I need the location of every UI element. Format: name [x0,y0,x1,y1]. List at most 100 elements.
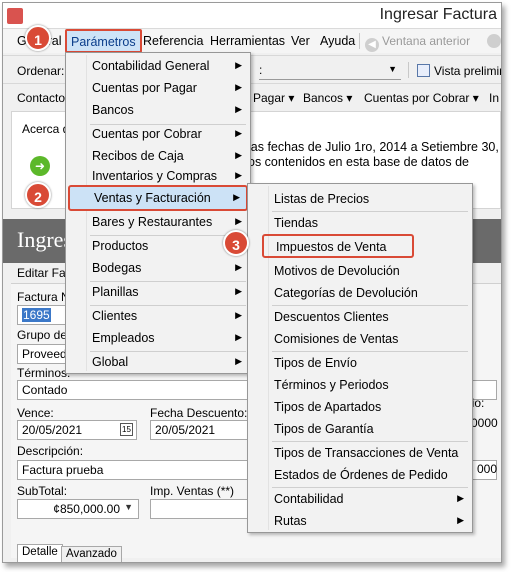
submenu-arrow-icon: ▶ [457,493,464,503]
print-preview-label: Vista preliminar [434,64,501,78]
menu-item-global[interactable]: Global ▶ [68,351,248,373]
menu-item-bares-restaurantes[interactable]: Bares y Restaurantes ▶ [68,211,248,233]
menu-item-tiendas[interactable]: Tiendas [250,212,470,234]
menu-item-planillas[interactable]: Planillas ▶ [68,281,248,303]
menu-item-label: Bancos [92,103,134,117]
subtotal-value: ¢850,000.00 [53,502,120,516]
submenu-arrow-icon: ▶ [235,356,242,366]
menu-bar: General Parámetros Referencia Herramient… [3,29,501,53]
menu-item-listas-precios[interactable]: Listas de Precios [250,188,470,210]
submenu-arrow-icon: ▶ [235,170,242,180]
menu-item-tipos-garantia[interactable]: Tipos de Garantía [250,418,470,440]
menu-item-recibos-caja[interactable]: Recibos de Caja ▶ [68,145,248,167]
ventas-facturacion-submenu: Listas de Precios Tiendas Impuestos de V… [247,183,473,533]
menu-item-label: Productos [92,239,149,253]
previous-window-button[interactable]: ◀ Ventana anterior [365,34,470,52]
menu-item-productos[interactable]: Productos [68,235,248,257]
menu-item-estados-ordenes[interactable]: Estados de Órdenes de Pedido [250,464,470,486]
calendar-icon[interactable]: 15 [120,423,133,436]
submenu-arrow-icon: ▶ [235,82,242,92]
grupo-value: Proveedo [22,347,69,361]
menu-item-clientes[interactable]: Clientes ▶ [68,305,248,327]
menu-item-bancos[interactable]: Bancos ▶ [68,99,248,121]
menu-item-label: Motivos de Devolución [274,264,400,278]
toolbar-pagar[interactable]: Pagar ▾ [253,91,294,105]
menu-item-label: Clientes [92,309,138,323]
toolbar-bancos-label: Bancos [303,91,344,105]
previous-window-label: Ventana anterior [382,34,471,48]
menu-item-label: Rutas [274,514,307,528]
menu-item-label: Descuentos Clientes [274,310,389,324]
menu-item-tipos-envio[interactable]: Tipos de Envío [250,352,470,374]
menu-item-label: Tipos de Envío [274,356,357,370]
menu-item-label: Impuestos de Venta [276,240,387,254]
next-window-icon[interactable] [487,34,501,48]
order-combobox[interactable]: : ▼ [259,60,401,80]
impuesto-ventas-field[interactable] [150,499,250,519]
menu-item-motivos-devolucion[interactable]: Motivos de Devolución [250,260,470,282]
menu-item-terminos-periodos[interactable]: Términos y Periodos [250,374,470,396]
menu-item-ventas-facturacion[interactable]: Ventas y Facturación ▶ [68,185,248,211]
right-value-1: 0000 [471,416,498,430]
back-arrow-icon: ◀ [365,38,379,52]
menu-ayuda[interactable]: Ayuda [320,34,355,48]
menu-ver[interactable]: Ver [291,34,310,48]
menu-item-categorias-devolucion[interactable]: Categorías de Devolución [250,282,470,304]
toolbar-separator [408,62,409,78]
menu-item-label: Global [92,355,129,369]
toolbar-inventarios[interactable]: In [489,91,499,105]
menu-item-label: Empleados [92,331,155,345]
menu-item-inventarios-compras[interactable]: Inventarios y Compras ▶ [68,165,248,187]
factura-number-value: 1695 [22,308,51,322]
order-label: Ordenar: [17,64,65,78]
menu-item-cuentas-cobrar[interactable]: Cuentas por Cobrar ▶ [68,123,248,145]
submenu-arrow-icon: ▶ [235,310,242,320]
toolbar-contactos[interactable]: Contactos [17,91,71,105]
submenu-arrow-icon: ▶ [235,262,242,272]
step-badge-1: 1 [25,25,51,51]
menu-item-cuentas-pagar[interactable]: Cuentas por Pagar ▶ [68,77,248,99]
menu-herramientas[interactable]: Herramientas [210,34,285,48]
parametros-menu: Contabilidad General ▶ Cuentas por Pagar ▶… [65,52,251,374]
toolbar-cuentas-cobrar[interactable]: Cuentas por Cobrar ▾ [364,91,479,105]
menu-item-tipos-apartados[interactable]: Tipos de Apartados [250,396,470,418]
menu-item-contabilidad[interactable]: Contabilidad ▶ [250,488,470,510]
menu-item-label: Ventas y Facturación [94,191,211,205]
menu-item-bodegas[interactable]: Bodegas ▶ [68,257,248,279]
toolbar-cuentas-cobrar-label: Cuentas por Cobrar [364,91,470,105]
menu-item-rutas[interactable]: Rutas ▶ [250,510,470,532]
vence-date-field[interactable]: 20/05/2021 15 [17,420,137,440]
tab-avanzado[interactable]: Avanzado [61,546,122,562]
menu-separator [359,33,360,49]
about-text: las fechas de Julio 1ro, 2014 a Setiembr… [248,140,501,170]
print-preview-button[interactable]: Vista preliminar [417,64,501,78]
submenu-arrow-icon: ▶ [233,192,240,202]
go-arrow-icon[interactable]: ➜ [30,156,50,176]
menu-item-label: Bodegas [92,261,142,275]
menu-referencia[interactable]: Referencia [143,34,203,48]
window-title: Ingresar Factura [379,6,497,23]
menu-item-empleados[interactable]: Empleados ▶ [68,327,248,349]
menu-item-label: Cuentas por Pagar [92,81,197,95]
menu-item-label: Tipos de Apartados [274,400,382,414]
menu-item-comisiones-ventas[interactable]: Comisiones de Ventas [250,328,470,350]
menu-item-contabilidad-general[interactable]: Contabilidad General ▶ [68,55,248,77]
terminos-value: Contado [22,383,68,397]
tab-detalle[interactable]: Detalle [17,544,63,562]
factura-number-field[interactable]: 1695 [17,305,67,325]
submenu-arrow-icon: ▶ [235,128,242,138]
menu-item-label: Inventarios y Compras [92,169,218,183]
menu-item-tipos-transacciones[interactable]: Tipos de Transacciones de Venta [250,442,470,464]
about-text-line-2: os contenidos en esta base de datos de [248,155,469,169]
menu-item-descuentos-clientes[interactable]: Descuentos Clientes [250,306,470,328]
toolbar-bancos[interactable]: Bancos ▾ [303,91,352,105]
subtotal-field[interactable]: ¢850,000.00 ▼ [17,499,139,519]
descripcion-value: Factura prueba [22,463,104,477]
menu-item-label: Contabilidad General [92,59,210,73]
right-value-2: 000 [477,462,498,476]
menu-item-impuestos-venta[interactable]: Impuestos de Venta [262,234,414,258]
menu-parametros[interactable]: Parámetros [65,29,142,53]
grupo-field[interactable]: Proveedo [17,344,69,364]
fecha-descuento-field[interactable]: 20/05/2021 [150,420,250,440]
submenu-arrow-icon: ▶ [235,60,242,70]
